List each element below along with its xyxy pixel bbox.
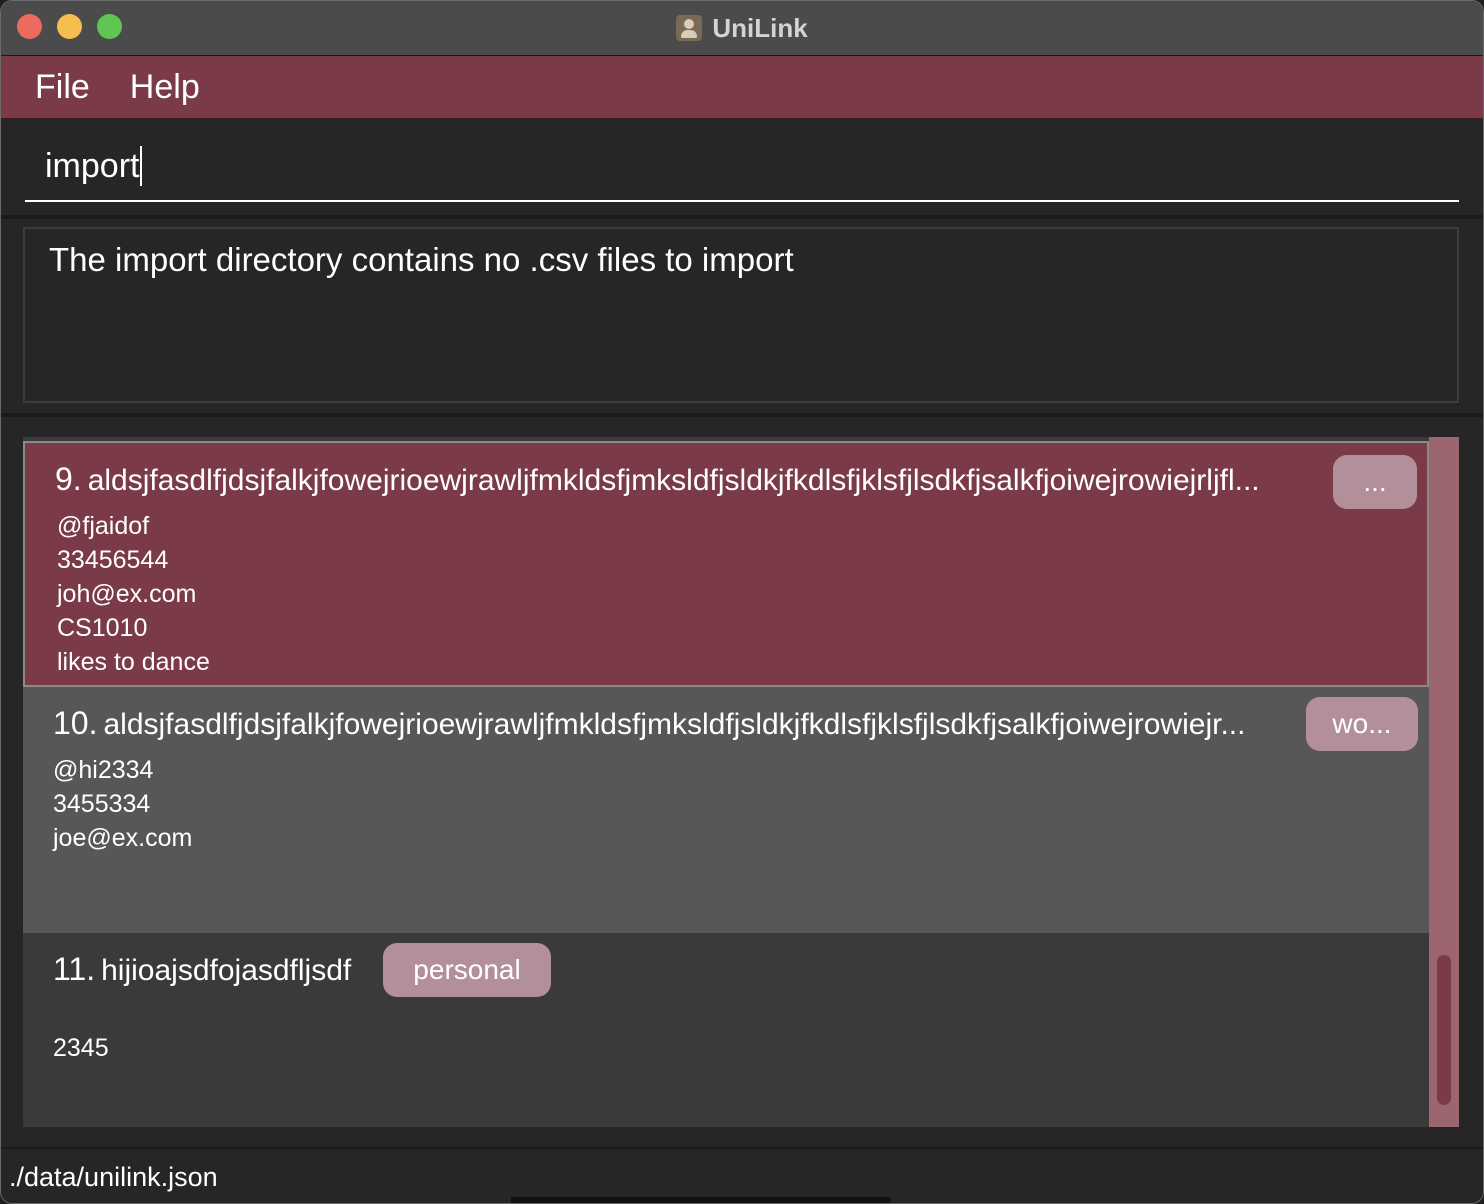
menu-file[interactable]: File (35, 68, 90, 107)
person-card-header: 11. hijioajsdfojasdfljsdf (53, 951, 351, 988)
list-scrollbar[interactable] (1429, 437, 1459, 1127)
person-name: aldsjfasdlfjdsjfalkjfowejrioewjrawljfmkl… (87, 464, 1260, 497)
person-index: 11. (53, 951, 96, 987)
title-bar: UniLink (1, 1, 1483, 56)
person-card-header: 10. aldsjfasdlfjdsjfalkjfowejrioewjrawlj… (53, 705, 1245, 742)
person-index: 9. (55, 461, 82, 497)
person-card[interactable]: 11. hijioajsdfojasdfljsdf personal 2345 (23, 933, 1429, 1127)
window-title: UniLink (712, 12, 808, 43)
person-tag: personal (383, 943, 551, 997)
person-name: aldsjfasdlfjdsjfalkjfowejrioewjrawljfmkl… (103, 708, 1246, 741)
result-message: The import directory contains no .csv fi… (49, 241, 794, 278)
person-list-area: 9. aldsjfasdlfjdsjfalkjfowejrioewjrawljf… (1, 417, 1483, 1147)
person-phone: 33456544 (57, 546, 169, 574)
menu-bar: File Help (1, 56, 1483, 119)
person-card[interactable]: 10. aldsjfasdlfjdsjfalkjfowejrioewjrawlj… (23, 687, 1429, 933)
person-email: joe@ex.com (53, 824, 193, 852)
command-input[interactable]: import (25, 132, 1459, 202)
person-tag: ... (1333, 455, 1417, 509)
bottom-edge-strip (511, 1197, 891, 1203)
person-name: hijioajsdfojasdfljsdf (101, 954, 352, 987)
person-phone: 2345 (53, 1034, 109, 1062)
status-bar: ./data/unilink.json (1, 1147, 1483, 1203)
person-tag: wo... (1306, 697, 1418, 751)
person-index: 10. (53, 705, 98, 741)
person-card[interactable]: 9. aldsjfasdlfjdsjfalkjfowejrioewjrawljf… (23, 441, 1429, 687)
person-telegram: @fjaidof (57, 512, 150, 540)
person-telegram: @hi2334 (53, 756, 154, 784)
person-list[interactable]: 9. aldsjfasdlfjdsjfalkjfowejrioewjrawljf… (23, 437, 1459, 1127)
person-phone: 3455334 (53, 790, 151, 818)
person-email: joh@ex.com (57, 580, 197, 608)
data-file-path: ./data/unilink.json (9, 1161, 218, 1192)
command-text: import (45, 146, 140, 185)
person-remark: likes to dance (57, 648, 210, 676)
person-module: CS1010 (57, 614, 148, 642)
person-card-header: 9. aldsjfasdlfjdsjfalkjfowejrioewjrawljf… (55, 461, 1260, 498)
menu-help[interactable]: Help (130, 68, 200, 107)
result-display-area: The import directory contains no .csv fi… (1, 219, 1483, 417)
result-display: The import directory contains no .csv fi… (23, 227, 1459, 403)
scrollbar-thumb[interactable] (1437, 955, 1451, 1105)
app-window: UniLink File Help import The import dire… (0, 0, 1484, 1204)
contacts-app-icon (676, 15, 703, 41)
window-title-group: UniLink (1, 1, 1483, 55)
command-box-area: import (1, 120, 1483, 219)
text-caret (140, 146, 143, 186)
